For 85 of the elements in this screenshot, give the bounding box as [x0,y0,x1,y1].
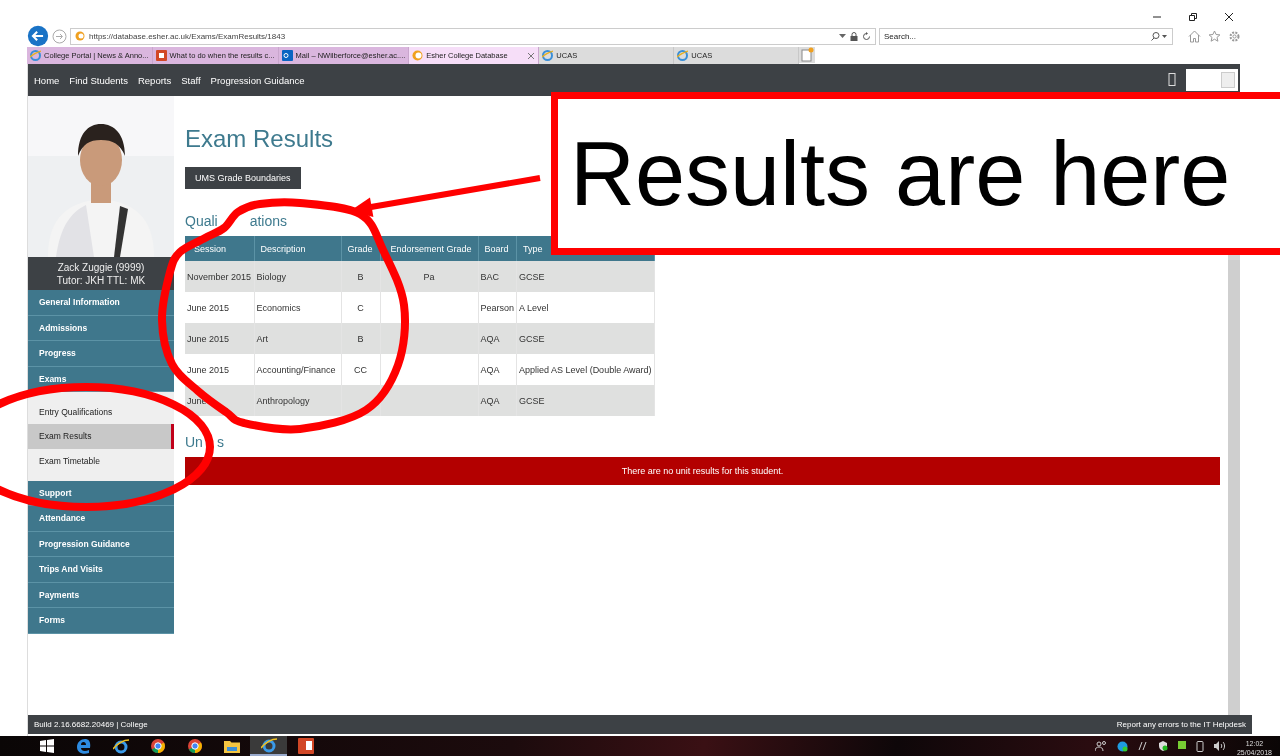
nav-link[interactable]: Home [34,74,60,86]
search-field[interactable]: Search... [879,27,1173,45]
nav-link[interactable]: Progression Guidance [210,74,305,86]
close-icon[interactable] [1224,11,1234,22]
dropdown-icon[interactable] [839,33,846,39]
globe-icon [542,50,554,61]
tutor-label: Tutor: JKH TTL: MK [56,273,146,287]
sidebar-item[interactable]: Forms [28,608,174,634]
star-icon[interactable] [1208,29,1221,43]
people-icon[interactable] [1094,741,1107,751]
mail-icon [281,50,293,61]
browser-icon [112,738,129,754]
sidebar-item[interactable]: Progress [28,341,174,367]
table-cell: Economics [256,302,301,313]
nav-link[interactable]: Reports [137,74,172,86]
table-cell: BAC [480,271,500,282]
nav-link[interactable]: Staff [181,74,201,86]
grade-boundaries-button[interactable]: UMS Grade Boundaries [185,167,301,189]
table-cell: C [357,302,364,313]
table-cell: November 2015 [187,271,252,282]
section-heading: Quali [185,213,218,229]
sidebar-subitem[interactable]: Exam Timetable [28,448,174,481]
sidebar-subitem[interactable]: Exam Results [28,424,174,449]
lock-icon [850,31,858,41]
browser-icon [75,738,92,754]
column-header: Endorsement Grade [380,236,479,261]
table-cell: Pa [423,271,435,282]
slides-icon [297,738,314,754]
helpdesk-note: Report any errors to the IT Helpdesk [1116,720,1246,729]
sidebar-item[interactable]: Progression Guidance [28,531,174,557]
site-icon [412,50,424,61]
refresh-icon[interactable] [862,31,871,41]
table-cell: Accounting/Finance [256,364,336,375]
restore-icon[interactable] [1188,11,1198,22]
table-cell: Pearson [480,302,515,313]
print-icon[interactable] [1168,73,1176,87]
table-cell: June 2015 [187,302,230,313]
home-icon[interactable] [1188,29,1201,43]
browser-icon [149,738,166,754]
column-header: Description [254,236,341,261]
table-cell: CC [354,364,367,375]
browser-icon [260,737,277,753]
folder-icon [223,739,240,753]
browser-icon [186,738,203,754]
table-cell: AQA [480,333,500,344]
nav-link[interactable]: Find Students [69,74,128,86]
volume-icon[interactable] [1213,741,1226,751]
table-cell: B [357,271,364,282]
table-cell: AQA [480,364,500,375]
table-cell: A Level [519,302,549,313]
page-title: Exam Results [185,125,335,153]
table-cell: B [357,333,364,344]
sidebar-item[interactable]: Trips And Visits [28,557,174,583]
build-label: Build 2.16.6682.20469 | College [34,720,148,729]
shield-icon[interactable] [1157,741,1168,751]
taskbar-button[interactable] [250,736,287,756]
table-cell: GCSE [519,271,545,282]
site-icon [75,31,85,41]
student-name: Zack Zuggie (9999) [57,260,145,274]
scrollbar[interactable] [1228,260,1240,715]
sidebar-item[interactable]: General Information [28,290,174,316]
callout-text: Results are here [570,122,1231,226]
settings-icon[interactable] [1228,29,1241,43]
table-cell: Applied AS Level (Double Award) [519,364,652,375]
section-heading: Un [185,434,203,450]
sidebar-subitem[interactable]: Entry Qualifications [28,392,174,424]
section-heading: s [216,434,224,450]
globe-icon [677,50,689,61]
address-bar[interactable]: https://database.esher.ac.uk/Exams/ExamResults/1843 [70,27,876,45]
windows-icon [39,739,54,753]
table-cell: Art [256,333,268,344]
table-cell: Biology [256,271,287,282]
column-header: Board [478,236,517,261]
slides-icon [155,50,167,61]
table-cell: June 2015 [187,364,230,375]
table-cell: June 2015 [187,333,230,344]
table-cell: AQA [480,395,500,406]
section-heading: ations [249,213,288,229]
alert-message: There are no unit results for this student. [185,457,1220,485]
sidebar-item[interactable]: Payments [28,582,174,608]
globe-icon [30,50,41,61]
table-cell: GCSE [519,395,545,406]
table-cell: GCSE [519,333,545,344]
back-icon[interactable] [27,25,49,47]
table-cell: Anthropology [256,395,310,406]
